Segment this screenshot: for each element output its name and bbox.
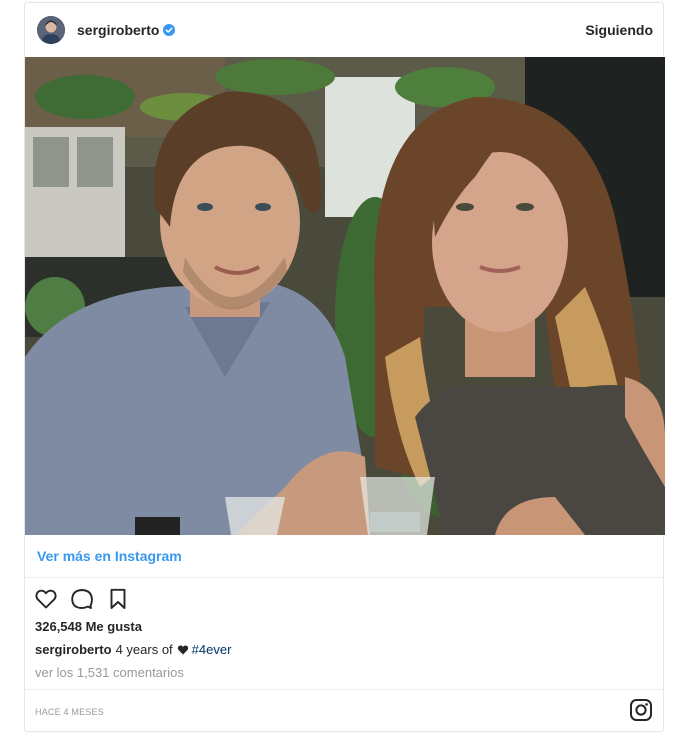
- divider: [25, 689, 663, 690]
- post-timestamp[interactable]: HACE 4 MESES: [35, 707, 104, 717]
- following-button[interactable]: Siguiendo: [585, 22, 653, 38]
- caption-text: 4 years of: [115, 642, 173, 657]
- bookmark-icon[interactable]: [105, 586, 131, 612]
- like-count[interactable]: 326,548 Me gusta: [35, 619, 142, 634]
- instagram-embed-card: sergiroberto Siguiendo Ver más en Instag…: [24, 2, 665, 732]
- heart-outline-icon[interactable]: [33, 586, 59, 612]
- post-header: sergiroberto Siguiendo: [25, 3, 663, 57]
- view-comments-link[interactable]: ver los 1,531 comentarios: [35, 665, 184, 680]
- avatar[interactable]: [37, 16, 65, 44]
- verified-badge-icon: [163, 24, 176, 36]
- hashtag-link[interactable]: #4ever: [192, 642, 232, 657]
- heart-filled-icon: [177, 644, 189, 656]
- post-caption: sergiroberto 4 years of #4ever: [35, 642, 231, 657]
- post-photo[interactable]: [25, 57, 665, 535]
- divider: [25, 577, 663, 578]
- username[interactable]: sergiroberto: [77, 22, 159, 38]
- caption-username[interactable]: sergiroberto: [35, 642, 112, 657]
- instagram-logo-icon[interactable]: [629, 698, 653, 722]
- post-photo-image: [25, 57, 665, 535]
- view-more-on-instagram-link[interactable]: Ver más en Instagram: [37, 548, 182, 564]
- avatar-image: [37, 16, 65, 44]
- comment-bubble-icon[interactable]: [69, 586, 95, 612]
- action-bar: [33, 583, 657, 615]
